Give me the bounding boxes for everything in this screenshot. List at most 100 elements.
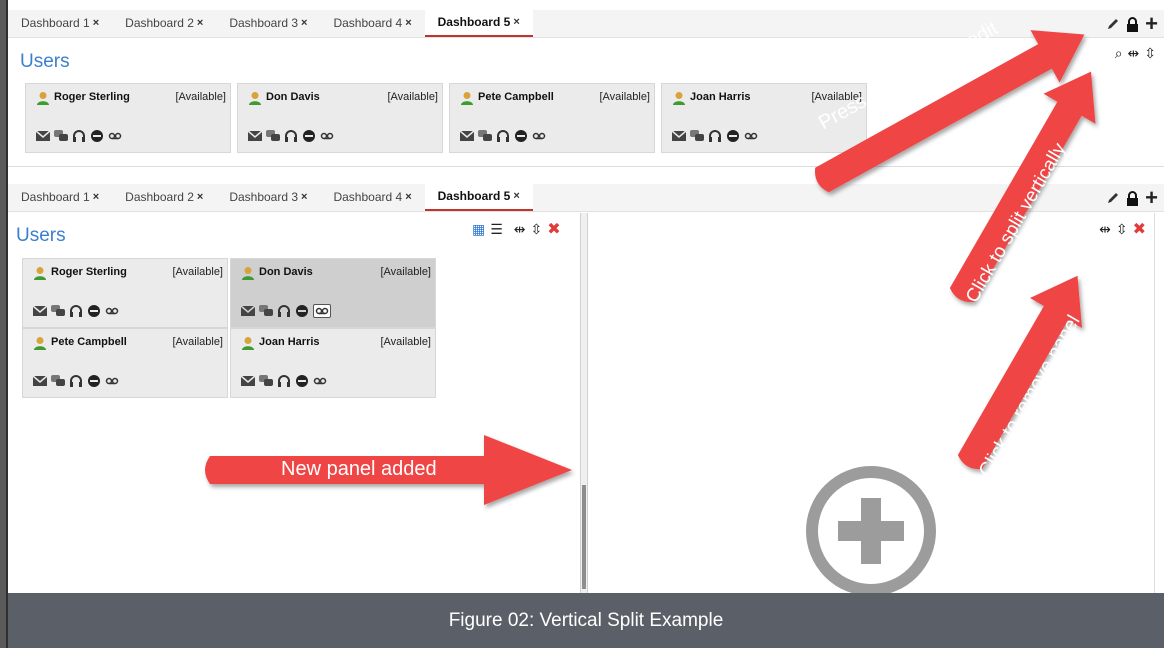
chat-icon[interactable] (51, 375, 65, 387)
headset-icon[interactable] (69, 305, 83, 317)
close-icon[interactable]: × (93, 9, 99, 37)
split-vertical-icon[interactable]: ⇹ (514, 221, 526, 238)
user-card[interactable]: Roger Sterling [Available] (25, 83, 231, 153)
do-not-disturb-icon[interactable] (295, 305, 309, 317)
chat-icon[interactable] (478, 130, 492, 142)
email-icon[interactable] (33, 305, 47, 317)
voicemail-icon[interactable] (313, 304, 331, 318)
user-card[interactable]: Pete Campbell [Available] (22, 328, 228, 398)
close-icon[interactable]: × (301, 9, 307, 37)
tab-label: Dashboard 4 (333, 16, 403, 30)
voicemail-icon[interactable] (313, 375, 327, 387)
user-card[interactable]: Roger Sterling [Available] (22, 258, 228, 328)
do-not-disturb-icon[interactable] (514, 130, 528, 142)
remove-panel-icon[interactable]: ✖ (547, 219, 560, 239)
tab-dashboard-4[interactable]: Dashboard 4 × (320, 9, 424, 37)
voicemail-icon[interactable] (108, 130, 122, 142)
tab-dashboard-2[interactable]: Dashboard 2 × (112, 183, 216, 211)
close-icon[interactable]: × (197, 9, 203, 37)
remove-panel-icon[interactable]: ✖ (1133, 219, 1146, 239)
chat-icon[interactable] (259, 375, 273, 387)
headset-icon[interactable] (69, 375, 83, 387)
user-name: Pete Campbell (478, 91, 554, 103)
split-vertical-icon[interactable]: ⇹ (1099, 221, 1111, 238)
voicemail-icon[interactable] (532, 130, 546, 142)
tab-dashboard-2[interactable]: Dashboard 2 × (112, 9, 216, 37)
tab-dashboard-1[interactable]: Dashboard 1 × (8, 183, 112, 211)
user-name: Joan Harris (259, 336, 320, 348)
tab-dashboard-5[interactable]: Dashboard 5 × (424, 8, 533, 37)
close-icon[interactable]: × (301, 183, 307, 211)
scrollbar-thumb[interactable] (582, 485, 586, 589)
user-name: Don Davis (266, 91, 320, 103)
voicemail-icon[interactable] (105, 375, 119, 387)
user-actions (241, 304, 331, 318)
add-dashboard-icon[interactable]: + (1145, 13, 1158, 35)
split-horizontal-icon[interactable]: ⇳ (1144, 45, 1156, 62)
chat-icon[interactable] (690, 130, 704, 142)
list-view-icon[interactable]: ☰ (490, 221, 503, 238)
pencil-icon[interactable] (1106, 17, 1120, 31)
do-not-disturb-icon[interactable] (302, 130, 316, 142)
user-actions (248, 129, 334, 143)
close-icon[interactable]: × (513, 182, 519, 210)
pencil-icon[interactable] (1106, 191, 1120, 205)
chat-icon[interactable] (266, 130, 280, 142)
voicemail-icon[interactable] (744, 130, 758, 142)
headset-icon[interactable] (496, 130, 510, 142)
close-icon[interactable]: × (405, 9, 411, 37)
email-icon[interactable] (241, 375, 255, 387)
close-icon[interactable]: × (93, 183, 99, 211)
split-vertical-icon[interactable]: ⇹ (1128, 45, 1140, 62)
user-actions (33, 304, 119, 318)
user-card[interactable]: Don Davis [Available] (237, 83, 443, 153)
lock-icon[interactable] (1126, 16, 1139, 32)
user-avatar-icon (242, 267, 254, 280)
tab-dashboard-4[interactable]: Dashboard 4 × (320, 183, 424, 211)
email-icon[interactable] (36, 130, 50, 142)
do-not-disturb-icon[interactable] (726, 130, 740, 142)
do-not-disturb-icon[interactable] (87, 305, 101, 317)
voicemail-icon[interactable] (105, 305, 119, 317)
email-icon[interactable] (460, 130, 474, 142)
chat-icon[interactable] (51, 305, 65, 317)
lock-icon[interactable] (1126, 190, 1139, 206)
email-icon[interactable] (33, 375, 47, 387)
user-status: [Available] (172, 266, 223, 278)
close-icon[interactable]: × (405, 183, 411, 211)
headset-icon[interactable] (277, 305, 291, 317)
email-icon[interactable] (248, 130, 262, 142)
do-not-disturb-icon[interactable] (90, 130, 104, 142)
user-actions (672, 129, 758, 143)
headset-icon[interactable] (708, 130, 722, 142)
email-icon[interactable] (672, 130, 686, 142)
headset-icon[interactable] (72, 130, 86, 142)
grid-view-icon[interactable]: ▦ (472, 221, 485, 238)
chat-icon[interactable] (54, 130, 68, 142)
email-icon[interactable] (241, 305, 255, 317)
split-horizontal-icon[interactable]: ⇳ (531, 221, 543, 238)
user-card[interactable]: Don Davis [Available] (230, 258, 436, 328)
panel-splitter[interactable] (580, 213, 588, 593)
add-widget-icon[interactable] (806, 466, 936, 596)
annotation-added-label: New panel added (281, 458, 437, 480)
user-card[interactable]: Joan Harris [Available] (230, 328, 436, 398)
do-not-disturb-icon[interactable] (87, 375, 101, 387)
do-not-disturb-icon[interactable] (295, 375, 309, 387)
tab-dashboard-5[interactable]: Dashboard 5 × (424, 182, 533, 211)
search-icon[interactable]: ⌕ (1115, 45, 1123, 62)
tab-label: Dashboard 2 (125, 190, 194, 204)
user-card[interactable]: Pete Campbell [Available] (449, 83, 655, 153)
bottom-toolbar: + (1106, 184, 1158, 212)
tab-dashboard-1[interactable]: Dashboard 1 × (8, 9, 112, 37)
close-icon[interactable]: × (513, 8, 519, 36)
headset-icon[interactable] (284, 130, 298, 142)
tab-dashboard-3[interactable]: Dashboard 3 × (216, 9, 320, 37)
close-icon[interactable]: × (197, 183, 203, 211)
tab-dashboard-3[interactable]: Dashboard 3 × (216, 183, 320, 211)
split-horizontal-icon[interactable]: ⇳ (1116, 221, 1128, 238)
headset-icon[interactable] (277, 375, 291, 387)
add-dashboard-icon[interactable]: + (1145, 187, 1158, 209)
voicemail-icon[interactable] (320, 130, 334, 142)
chat-icon[interactable] (259, 305, 273, 317)
